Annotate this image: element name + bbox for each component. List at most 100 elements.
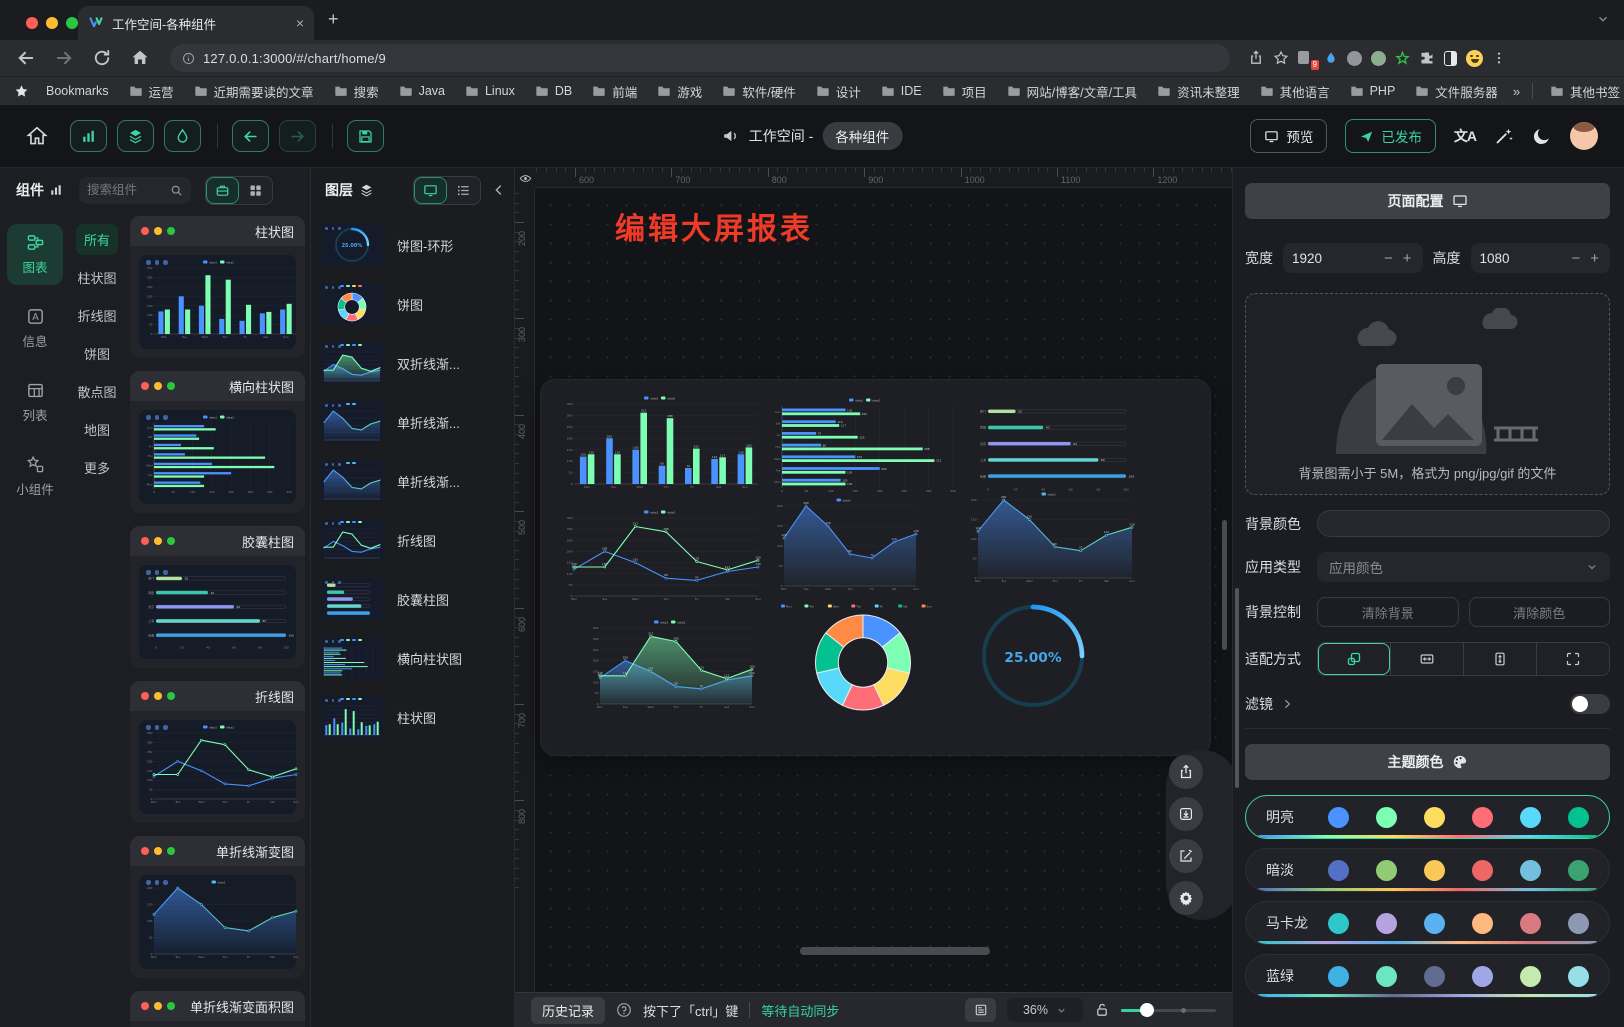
bookmark-star-icon[interactable] [1273,50,1289,66]
sidebar-nav-2[interactable]: 列表 [7,372,63,433]
address-bar[interactable]: 127.0.0.1:3000/#/chart/home/9 [170,44,1230,72]
fit-height-button[interactable] [1463,643,1536,675]
extension-icon[interactable] [1371,51,1386,66]
bookmarks-label[interactable]: Bookmarks [37,81,118,101]
toggle-config-panel-button[interactable] [164,120,201,152]
new-tab-button[interactable]: + [328,10,339,28]
app-home-icon[interactable] [26,125,48,147]
settings-button[interactable] [1169,881,1203,915]
category-2[interactable]: 折线图 [69,300,124,331]
search-input[interactable] [87,183,170,197]
layer-item[interactable]: 单折线渐... [321,460,504,502]
back-icon[interactable] [16,48,36,68]
bookmark-folder[interactable]: DB [526,81,581,101]
bookmark-folder[interactable]: 项目 [933,79,996,104]
theme-row-1[interactable]: 暗淡 [1245,848,1610,892]
height-decrement-button[interactable]: − [1569,251,1582,266]
category-1[interactable]: 柱状图 [69,262,124,293]
component-card[interactable]: 单折线渐变图 200150100500MonTueWedThuFriSatSun… [130,836,305,978]
zoom-slider[interactable] [1121,1003,1216,1017]
bookmark-folder[interactable]: 网站/博客/文章/工具 [998,79,1146,104]
search-input-wrap[interactable] [79,177,191,204]
sidebar-toggle-icon[interactable] [1444,51,1457,66]
slider-knob[interactable] [1140,1003,1154,1017]
list-view-button[interactable] [447,177,480,204]
canvas-chart-hbar[interactable]: 050100150200250300350Sun130160Sat110117F… [769,396,963,496]
sidebar-nav-0[interactable]: 图表 [7,224,63,285]
bookmark-folder[interactable]: 游戏 [648,79,711,104]
sidebar-nav-1[interactable]: A信息 [7,298,63,359]
reload-icon[interactable] [92,48,112,68]
canvas-chart-gline[interactable]: 2001501005001202001508070110130MonTueWed… [965,490,1135,586]
canvas-chart-ring[interactable]: 25.00% [979,602,1087,710]
lock-icon[interactable] [1094,1002,1110,1018]
layer-item[interactable]: 横向柱状图 [321,637,504,679]
component-card[interactable]: 单折线渐变面积图 200150100500MonTueWedThuFriSatS… [130,991,305,1027]
browser-tab[interactable]: 工作空间-各种组件 × [78,6,314,40]
canvas-chart-line2[interactable]: 3503002502001501005001202001508070110130… [561,508,761,604]
component-card[interactable]: 柱状图 350300250200150100500MonTueWedThuFri… [130,216,305,358]
bookmarks-star-icon[interactable] [14,84,29,99]
toggle-components-panel-button[interactable] [70,120,107,152]
maximize-window-button[interactable] [66,17,78,29]
puzzle-icon[interactable] [1419,50,1435,66]
fit-stretch-button[interactable] [1536,643,1609,675]
theme-row-2[interactable]: 马卡龙 [1245,901,1610,945]
toolbox-view-button[interactable] [206,177,239,204]
canvas-chart-capsule[interactable]: 厦门20南阳40北京60上海80新疆100020406080100 [973,400,1139,494]
height-input[interactable] [1480,251,1530,266]
thumbnail-view-button[interactable] [414,177,447,204]
magic-wand-icon[interactable] [1494,126,1514,146]
bg-color-swatch[interactable] [1317,510,1610,537]
category-6[interactable]: 更多 [76,452,118,483]
width-input[interactable] [1292,251,1342,266]
import-button[interactable] [1169,797,1203,831]
dashboard-board[interactable]: 3503002502001501005001202001508070110130… [541,380,1210,755]
help-icon[interactable] [616,1002,632,1018]
redo-button[interactable] [279,120,316,152]
extension-star-icon[interactable] [1395,51,1410,66]
bookmark-folder[interactable]: PHP [1341,81,1405,101]
close-window-button[interactable] [26,17,38,29]
bookmark-folder[interactable]: 运营 [120,79,183,104]
width-increment-button[interactable]: + [1401,251,1414,266]
ruler-corner[interactable] [515,168,535,188]
minimize-window-button[interactable] [46,17,58,29]
category-0[interactable]: 所有 [76,224,118,255]
width-stepper[interactable]: −+ [1283,243,1423,273]
layer-item[interactable]: 25.00% 饼图-环形 [321,224,504,266]
width-decrement-button[interactable]: − [1382,251,1395,266]
home-icon[interactable] [130,48,150,68]
detail-panel-button[interactable] [965,998,996,1022]
page-config-header[interactable]: 页面配置 [1245,183,1610,219]
background-upload-dropzone[interactable]: 背景图需小于 5M，格式为 png/jpg/gif 的文件 [1245,293,1610,495]
preview-button[interactable]: 预览 [1250,119,1327,153]
extension-drop-icon[interactable] [1324,50,1338,66]
bookmark-folder[interactable]: 资讯未整理 [1148,79,1249,104]
other-bookmarks-button[interactable]: 其他书签 [1541,79,1624,104]
layer-item[interactable]: 柱状图 [321,696,504,738]
height-stepper[interactable]: −+ [1471,243,1611,273]
category-4[interactable]: 散点图 [69,376,124,407]
tab-close-icon[interactable]: × [296,15,304,31]
fit-width-button[interactable] [1390,643,1463,675]
bookmark-folder[interactable]: Java [390,81,454,101]
theme-color-header[interactable]: 主题颜色 [1245,744,1610,780]
clear-color-button[interactable]: 清除颜色 [1469,597,1611,627]
chevron-right-icon[interactable] [1281,698,1293,710]
edit-button[interactable] [1169,839,1203,873]
layer-item[interactable]: 胶囊柱图 [321,578,504,620]
bookmark-folder[interactable]: Linux [456,81,524,101]
bookmark-folder[interactable]: 文件服务器 [1406,79,1507,104]
canvas-chart-line1[interactable]: 2001501005001202001508070110130MonTueWed… [771,496,919,594]
canvas-chart-area2[interactable]: 3503002502001501005001202001508070110130… [587,618,755,712]
sidebar-nav-3[interactable]: 小组件 [7,446,63,507]
undo-button[interactable] [232,120,269,152]
forward-icon[interactable] [54,48,74,68]
component-card[interactable]: 折线图 350300250200150100500MonTueWedThuFri… [130,681,305,823]
zoom-select[interactable]: 36% [1007,998,1083,1022]
filter-toggle[interactable] [1570,694,1610,714]
category-3[interactable]: 饼图 [76,338,118,369]
layer-item[interactable]: 单折线渐... [321,401,504,443]
extension-icon[interactable] [1347,51,1362,66]
